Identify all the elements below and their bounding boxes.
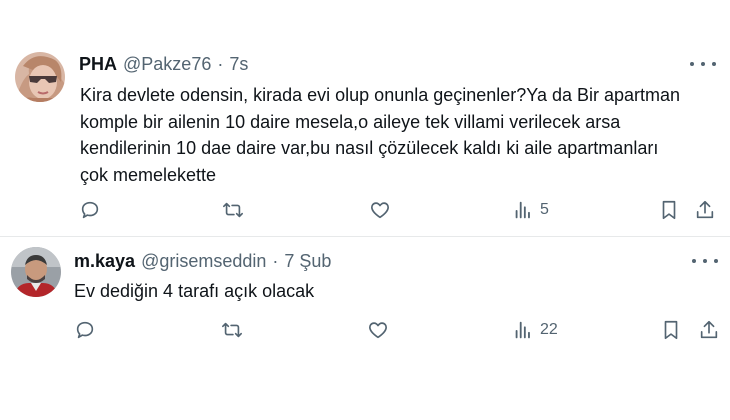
tweet-text: Kira devlete odensin, kirada evi olup on… [80, 82, 680, 188]
avatar[interactable] [15, 52, 65, 102]
tweet-text-line: çok memelekette [80, 164, 217, 185]
tweet-text-line: kendilerinin 10 dae daire var,bu nasıl ç… [80, 138, 659, 158]
retweet-icon [223, 202, 243, 218]
views-count: 5 [540, 201, 549, 218]
timestamp[interactable]: 7 Şub [284, 250, 331, 272]
timestamp[interactable]: 7s [229, 53, 248, 75]
tweet-actions: 5 [0, 198, 730, 222]
analytics-icon [515, 201, 530, 219]
heart-icon [369, 322, 387, 339]
share-icon [696, 200, 714, 219]
bookmark-icon [664, 320, 678, 340]
share-button[interactable] [698, 318, 720, 342]
reply-button[interactable] [74, 318, 96, 342]
tweet-text-line: Kira devlete odensin, kirada evi olup on… [80, 85, 681, 105]
views-count: 22 [540, 321, 558, 338]
like-button[interactable] [367, 318, 389, 342]
bookmark-button[interactable] [660, 318, 682, 342]
reply-button[interactable] [79, 198, 101, 222]
views-button[interactable]: 5 [512, 198, 549, 222]
avatar-man-icon [11, 247, 61, 297]
tweet-header: m.kaya @grisemseddin · 7 Şub [74, 250, 331, 272]
bookmark-button[interactable] [658, 198, 680, 222]
views-button[interactable]: 22 [512, 318, 558, 342]
share-button[interactable] [694, 198, 716, 222]
tweet-header: PHA @Pakze76 · 7s [79, 53, 248, 75]
avatar-woman-sunglasses-icon [15, 52, 65, 102]
reply-icon [76, 321, 94, 339]
bookmark-icon [662, 200, 676, 220]
tweet-text-line: komple bir ailenin 10 daire mesela,o ail… [80, 111, 621, 132]
avatar[interactable] [11, 247, 61, 297]
tweet[interactable]: PHA @Pakze76 · 7s Kira devlete odensin, … [0, 38, 730, 230]
analytics-icon [515, 321, 530, 339]
user-handle[interactable]: @grisemseddin [141, 250, 266, 272]
separator-dot: · [217, 54, 224, 74]
retweet-button[interactable] [222, 198, 244, 222]
share-icon [700, 320, 718, 339]
more-options-icon[interactable] [690, 56, 716, 72]
reply-icon [81, 201, 99, 219]
retweet-icon [222, 322, 242, 338]
user-handle[interactable]: @Pakze76 [123, 53, 211, 75]
tweet[interactable]: m.kaya @grisemseddin · 7 Şub Ev dediğin … [0, 236, 730, 356]
retweet-button[interactable] [221, 318, 243, 342]
tweet-actions: 22 [0, 318, 730, 342]
separator-dot: · [272, 251, 279, 271]
display-name[interactable]: PHA [79, 53, 117, 75]
more-options-icon[interactable] [692, 253, 718, 269]
heart-icon [371, 202, 389, 219]
like-button[interactable] [369, 198, 391, 222]
tweet-text: Ev dediğin 4 tarafı açık olacak [74, 278, 314, 305]
tweet-text-line: Ev dediğin 4 tarafı açık olacak [74, 281, 315, 301]
display-name[interactable]: m.kaya [74, 250, 135, 272]
